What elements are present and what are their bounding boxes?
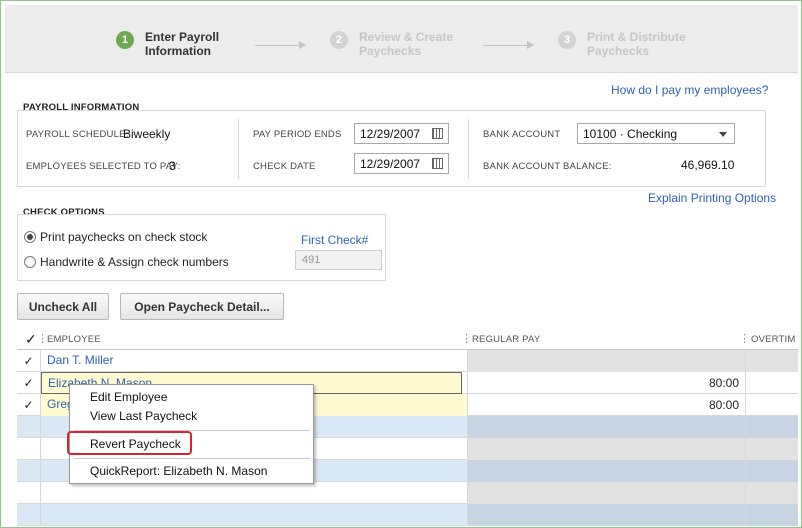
bank-account-label: BANK ACCOUNT [483, 129, 561, 140]
print-on-stock-radio[interactable] [24, 231, 36, 243]
explain-printing-link[interactable]: Explain Printing Options [648, 191, 776, 205]
overtime-cell[interactable] [745, 438, 798, 460]
calendar-icon[interactable] [432, 128, 443, 139]
overtime-cell[interactable] [745, 350, 798, 372]
uncheck-all-button[interactable]: Uncheck All [17, 293, 109, 320]
payroll-window: 1 Enter Payroll Information 2 Review & C… [0, 0, 802, 528]
menu-item-view-last-paycheck[interactable]: View Last Paycheck [90, 409, 197, 423]
wizard-step-print[interactable]: 3 Print & Distribute Paychecks [558, 30, 686, 58]
check-date-value: 12/29/2007 [360, 157, 421, 171]
row-check[interactable] [17, 504, 41, 526]
handwrite-label[interactable]: Handwrite & Assign check numbers [40, 255, 229, 269]
regular-pay-cell[interactable] [467, 416, 745, 438]
overtime-cell[interactable] [745, 504, 798, 526]
step-arrow-icon [483, 41, 534, 49]
print-on-stock-label[interactable]: Print paychecks on check stock [40, 230, 207, 244]
bank-balance-value: 46,969.10 [681, 158, 735, 172]
menu-item-quickreport[interactable]: QuickReport: Elizabeth N. Mason [90, 464, 267, 478]
open-paycheck-detail-button[interactable]: Open Paycheck Detail... [120, 293, 284, 320]
overtime-cell[interactable] [745, 416, 798, 438]
step-label: Review & Create Paychecks [359, 30, 454, 58]
grid-header: ✓ ⋮ EMPLOYEE ⋮ REGULAR PAY ⋮ OVERTIM [17, 328, 798, 350]
first-check-label: First Check# [301, 233, 369, 247]
column-grip-icon[interactable]: ⋮ [739, 332, 750, 345]
pay-period-ends-value: 12/29/2007 [360, 127, 421, 141]
row-check[interactable] [17, 482, 41, 504]
overtime-cell[interactable] [745, 372, 798, 394]
regular-pay-cell[interactable] [467, 504, 745, 526]
wizard-header: 1 Enter Payroll Information 2 Review & C… [5, 5, 798, 73]
check-options-box [17, 214, 386, 281]
divider [238, 119, 239, 179]
step-label: Enter Payroll Information [145, 30, 220, 58]
bank-account-value: 10100 · Checking [583, 127, 678, 141]
menu-item-edit-employee[interactable]: Edit Employee [90, 390, 167, 404]
employee-name[interactable]: Dan T. Miller [41, 350, 467, 372]
menu-separator [74, 458, 310, 459]
handwrite-radio[interactable] [24, 256, 36, 268]
table-row[interactable]: ✓ Dan T. Miller [17, 350, 798, 372]
highlight-annotation [67, 431, 192, 455]
schedule-value: Biweekly [123, 127, 171, 141]
overtime-column-header[interactable]: OVERTIM [751, 334, 796, 345]
row-check[interactable]: ✓ [17, 394, 41, 416]
employee-column-header[interactable]: EMPLOYEE [47, 334, 101, 345]
row-check[interactable] [17, 416, 41, 438]
first-check-field: 491 [295, 250, 382, 270]
step-number: 3 [558, 31, 576, 49]
regular-pay-cell[interactable]: 80:00 [467, 394, 745, 416]
overtime-cell[interactable] [745, 460, 798, 482]
step-number: 1 [116, 31, 134, 49]
table-row[interactable] [17, 504, 798, 526]
help-link[interactable]: How do I pay my employees? [611, 83, 768, 97]
employees-selected-value: 3 [169, 159, 176, 173]
regular-pay-cell[interactable] [467, 482, 745, 504]
regular-pay-cell[interactable]: 80:00 [467, 372, 745, 394]
employees-selected-label: EMPLOYEES SELECTED TO PAY: [26, 161, 181, 172]
wizard-step-review[interactable]: 2 Review & Create Paychecks [330, 30, 453, 58]
pay-period-ends-label: PAY PERIOD ENDS [253, 129, 342, 140]
first-check-value: 491 [302, 254, 321, 266]
row-check[interactable] [17, 460, 41, 482]
overtime-cell[interactable] [745, 394, 798, 416]
payroll-info-box [17, 110, 766, 187]
check-date-label: CHECK DATE [253, 161, 316, 172]
regular-pay-column-header[interactable]: REGULAR PAY [472, 334, 540, 345]
column-grip-icon[interactable]: ⋮ [461, 332, 472, 345]
wizard-step-enter-payroll[interactable]: 1 Enter Payroll Information [116, 30, 219, 58]
regular-pay-cell[interactable] [467, 460, 745, 482]
divider [468, 119, 469, 179]
schedule-label: PAYROLL SCHEDULE: [26, 129, 129, 140]
row-check[interactable] [17, 438, 41, 460]
check-date-field[interactable]: 12/29/2007 [354, 153, 449, 174]
row-check[interactable]: ✓ [17, 372, 41, 394]
row-check[interactable]: ✓ [17, 350, 41, 372]
bank-account-select[interactable]: 10100 · Checking [577, 123, 735, 144]
regular-pay-cell[interactable] [467, 350, 745, 372]
calendar-icon[interactable] [432, 158, 443, 169]
pay-period-ends-field[interactable]: 12/29/2007 [354, 123, 449, 144]
table-row[interactable] [17, 482, 798, 504]
regular-pay-cell[interactable] [467, 438, 745, 460]
overtime-cell[interactable] [745, 482, 798, 504]
step-number: 2 [330, 31, 348, 49]
chevron-down-icon [719, 132, 727, 137]
bank-balance-label: BANK ACCOUNT BALANCE: [483, 161, 612, 172]
step-arrow-icon [255, 41, 306, 49]
step-label: Print & Distribute Paychecks [587, 30, 686, 58]
check-column-header[interactable]: ✓ [25, 331, 37, 348]
